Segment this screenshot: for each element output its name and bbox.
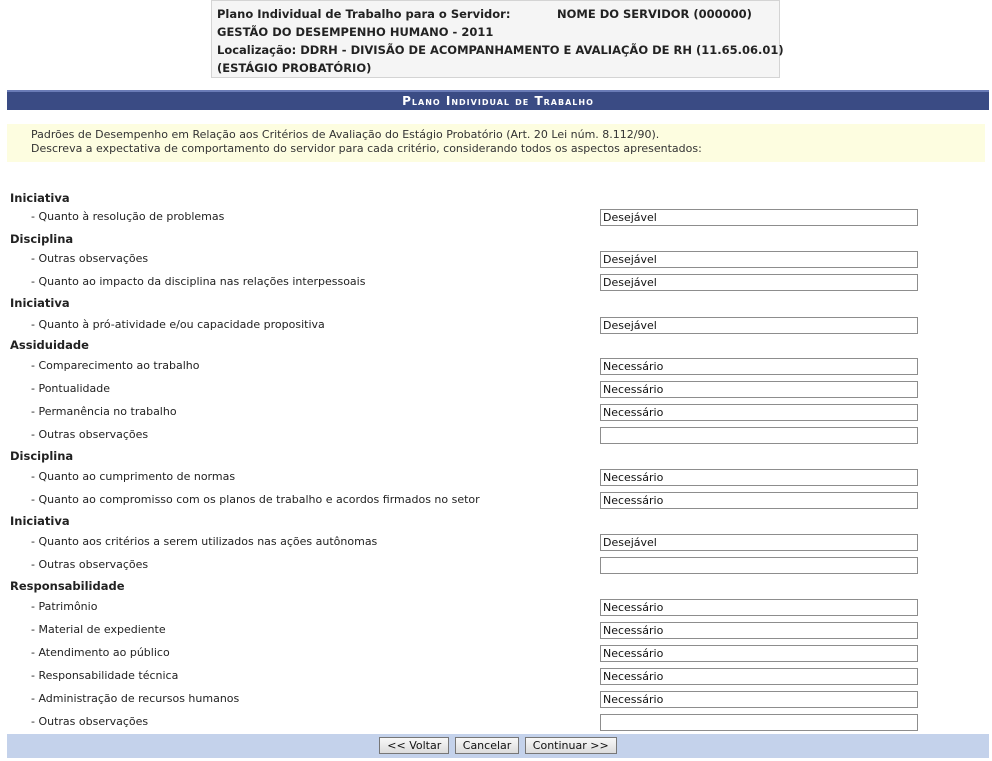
- criterion-expectation-input[interactable]: [600, 691, 918, 708]
- criterion-expectation-input[interactable]: [600, 645, 918, 662]
- server-name: NOME DO SERVIDOR (000000): [557, 7, 752, 21]
- back-button[interactable]: << Voltar: [379, 737, 450, 754]
- instruction-line-2: Descreva a expectativa de comportamento …: [31, 142, 702, 155]
- criterion-label: - Quanto ao impacto da disciplina nas re…: [31, 275, 366, 288]
- category-heading: Disciplina: [10, 232, 74, 246]
- criterion-label: - Outras observações: [31, 252, 149, 265]
- cancel-button[interactable]: Cancelar: [454, 737, 520, 754]
- criterion-expectation-input[interactable]: [600, 492, 918, 509]
- continue-button[interactable]: Continuar >>: [524, 737, 617, 754]
- criterion-expectation-input[interactable]: [600, 668, 918, 685]
- criterion-label: - Quanto ao cumprimento de normas: [31, 470, 236, 483]
- criterion-label: - Pontualidade: [31, 382, 111, 395]
- criterion-label: - Patrimônio: [31, 600, 98, 613]
- criterion-expectation-input[interactable]: [600, 251, 918, 268]
- criterion-expectation-input[interactable]: [600, 209, 918, 226]
- criterion-label: - Quanto ao compromisso com os planos de…: [31, 493, 480, 506]
- section-name: GESTÃO DO DESEMPENHO HUMANO - 2011: [217, 25, 494, 39]
- criterion-expectation-input[interactable]: [600, 317, 918, 334]
- criterion-label: - Comparecimento ao trabalho: [31, 359, 200, 372]
- criterion-expectation-input[interactable]: [600, 557, 918, 574]
- criterion-label: - Quanto à resolução de problemas: [31, 210, 225, 223]
- instructions-box: Padrões de Desempenho em Relação aos Cri…: [7, 124, 985, 162]
- criterion-label: - Outras observações: [31, 715, 149, 728]
- criterion-expectation-input[interactable]: [600, 381, 918, 398]
- stage-label: (ESTÁGIO PROBATÓRIO): [217, 61, 372, 75]
- category-heading: Iniciativa: [10, 296, 70, 310]
- criterion-expectation-input[interactable]: [600, 274, 918, 291]
- criterion-label: - Responsabilidade técnica: [31, 669, 179, 682]
- criterion-expectation-input[interactable]: [600, 358, 918, 375]
- panel-title: Plano Individual de Trabalho: [7, 90, 989, 110]
- criterion-expectation-input[interactable]: [600, 622, 918, 639]
- criterion-expectation-input[interactable]: [600, 427, 918, 444]
- work-plan-panel: Plano Individual de Trabalho Padrões de …: [7, 90, 989, 758]
- criterion-expectation-input[interactable]: [600, 404, 918, 421]
- instruction-line-1: Padrões de Desempenho em Relação aos Cri…: [31, 128, 660, 141]
- server-info-box: Plano Individual de Trabalho para o Serv…: [211, 0, 784, 78]
- location: Localização: DDRH - DIVISÃO DE ACOMPANHA…: [217, 43, 784, 57]
- category-heading: Iniciativa: [10, 514, 70, 528]
- category-heading: Assiduidade: [10, 338, 89, 352]
- criterion-expectation-input[interactable]: [600, 599, 918, 616]
- criterion-label: - Outras observações: [31, 428, 149, 441]
- footer-bar: << Voltar Cancelar Continuar >>: [7, 734, 989, 758]
- category-heading: Disciplina: [10, 449, 74, 463]
- criterion-expectation-input[interactable]: [600, 534, 918, 551]
- criterion-label: - Atendimento ao público: [31, 646, 170, 659]
- criterion-label: - Material de expediente: [31, 623, 166, 636]
- criterion-label: - Permanência no trabalho: [31, 405, 177, 418]
- criterion-label: - Quanto aos critérios a serem utilizado…: [31, 535, 378, 548]
- criterion-expectation-input[interactable]: [600, 469, 918, 486]
- criterion-expectation-input[interactable]: [600, 714, 918, 731]
- category-heading: Responsabilidade: [10, 579, 125, 593]
- criterion-label: - Outras observações: [31, 558, 149, 571]
- category-heading: Iniciativa: [10, 191, 70, 205]
- criterion-label: - Administração de recursos humanos: [31, 692, 240, 705]
- criterion-label: - Quanto à pró-atividade e/ou capacidade…: [31, 318, 325, 331]
